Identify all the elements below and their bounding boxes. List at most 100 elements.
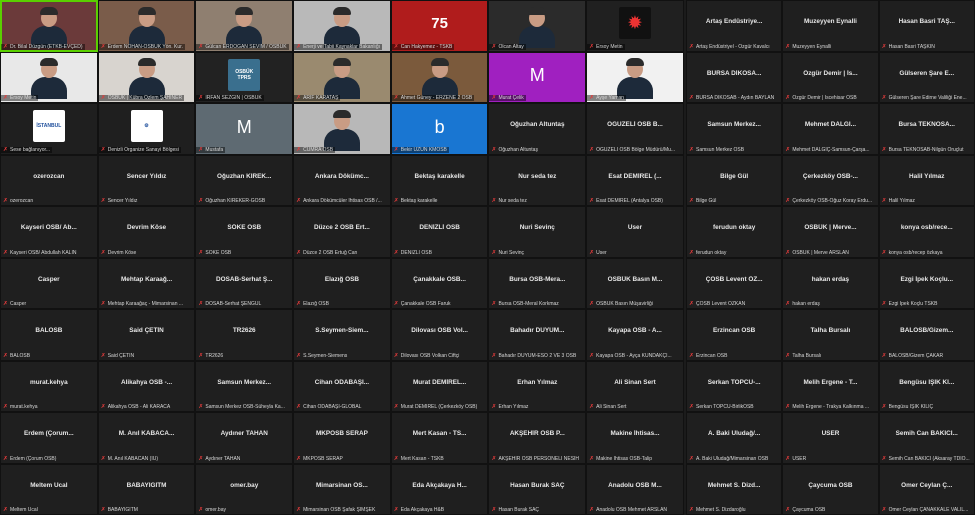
participant-tile[interactable]: Meltem Ucal ✗ Meltem Ucal (0, 463, 98, 515)
participant-tile[interactable]: Çaycuma OSB ✗ Çaycuma OSB (782, 463, 879, 515)
participant-tile[interactable]: Devrim Köse ✗ Devrim Köse (97, 206, 196, 258)
participant-tile[interactable]: konya osb/rece... ✗ konya osb/recep özkaya (878, 206, 975, 258)
participant-tile[interactable]: OSBÜK Basın M... ✗ OSBÜK Basın Müşavirliği (586, 257, 684, 309)
participant-tile[interactable]: Samsun Merkez... ✗ Samsun Merkez OSB (686, 103, 783, 155)
participant-tile[interactable]: Bursa TEKNOSA... ✗ Bursa TEKNOSAB-Nilgün O… (878, 103, 975, 155)
participant-tile[interactable]: TR2626 ✗ TR2626 (195, 309, 294, 361)
participant-tile[interactable]: ✗ Ayşe Yaman (586, 51, 684, 103)
participant-tile[interactable]: Hasan Burak SAÇ ✗ Hasan Burak SAÇ (488, 463, 587, 515)
participant-tile[interactable]: OĞUZELİ OSB B... ✗ OĞUZELİ OSB Bölge Müdür… (586, 103, 684, 155)
participant-tile[interactable]: Bahadır DUYUM... ✗ Bahadır DUYUM-ESO 2 VE … (488, 309, 587, 361)
participant-tile[interactable]: OSBÜK | Merve... ✗ OSBÜK | Merve ARSLAN (782, 206, 879, 258)
participant-tile[interactable]: Gülseren Şare E... ✗ Gülseren Şare Edirne … (878, 51, 975, 103)
participant-tile[interactable]: Esat DEMİREL (... ✗ Esat DEMİREL (Antalya … (586, 154, 684, 206)
participant-tile[interactable]: Muzeyyen Eynalli ✗ Muzeyyen Eynalli (782, 0, 879, 52)
participant-tile[interactable]: Düzce 2 OSB Ert... ✗ Düzce 2 OSB Ertuğ Can (293, 206, 391, 258)
participant-tile[interactable]: omer.bay ✗ omer.bay (195, 463, 294, 515)
participant-tile[interactable]: ✗ Ersoy Metin (0, 51, 98, 103)
participant-tile[interactable]: Mert Kasan - TS... ✗ Mert Kasan - TSKB (390, 412, 489, 464)
participant-tile[interactable]: Aydıner TAHAN ✗ Aydıner TAHAN (195, 412, 294, 464)
participant-tile[interactable]: Mehmet DALGI... ✗ Mehmet DALGIÇ-Samsun-Çar… (782, 103, 879, 155)
participant-tile[interactable]: ✗ OSBÜK | Kübra Özlem ŞAHİNER (97, 51, 196, 103)
participant-tile[interactable]: User ✗ User (586, 206, 684, 258)
participant-tile[interactable]: 75 ✗ Can Hakyemez - TSKB (390, 0, 489, 52)
participant-tile[interactable]: ✗ CUMRA OSB (293, 103, 391, 155)
participant-tile[interactable]: Oğuzhan KIREK... ✗ Oğuzhan KIREKER-GOSB (195, 154, 294, 206)
participant-tile[interactable]: İSTANBUL ✗ Sese bağlanıyor... (0, 103, 98, 155)
participant-tile[interactable]: Erzincan OSB ✗ Erzincan OSB (686, 309, 783, 361)
participant-tile[interactable]: Nur seda tez ✗ Nur seda tez (488, 154, 587, 206)
participant-tile[interactable]: Ankara Dökümc... ✗ Ankara Dökümcüler İhtis… (293, 154, 391, 206)
participant-tile[interactable]: M ✗ Mustafa (195, 103, 294, 155)
participant-tile[interactable]: Mimarsinan OS... ✗ Mimarsinan OSB Şafak Şİ… (293, 463, 391, 515)
participant-tile[interactable]: Kayseri OSB/ Ab... ✗ Kayseri OSB/ Abdullah… (0, 206, 98, 258)
participant-tile[interactable]: Elazığ OSB ✗ Elazığ OSB (293, 257, 391, 309)
participant-tile[interactable]: SÖKE OSB ✗ SÖKE OSB (195, 206, 294, 258)
participant-tile[interactable]: ÇOSB Levent ÖZ... ✗ ÇOSB Levent ÖZKAN (686, 257, 783, 309)
participant-tile[interactable]: Hasan Basri TAŞ... ✗ Hasan Basri TAŞKIN (878, 0, 975, 52)
participant-tile[interactable]: Ali Sinan Sert ✗ Ali Sinan Sert (586, 360, 684, 412)
participant-tile[interactable]: Mehtap Karaağ... ✗ Mehtap Karaağaç - Mimar… (97, 257, 196, 309)
participant-tile[interactable]: AKŞEHİR OSB P... ✗ AKŞEHİR OSB PERSONELİ N… (488, 412, 587, 464)
participant-tile[interactable]: Ömer Ceylan Ç... ✗ Ömer Ceylan ÇANAKKALE V… (878, 463, 975, 515)
participant-tile[interactable]: ✗ Ahmet Güney - ERZENE 2 OSB (390, 51, 489, 103)
participant-tile[interactable]: Erhan Yılmaz ✗ Erhan Yılmaz (488, 360, 587, 412)
participant-tile[interactable]: Oğuzhan Altuntaş ✗ Oğuzhan Altuntaş (488, 103, 587, 155)
participant-tile[interactable]: DENİZLİ OSB ✗ DENİZLİ OSB (390, 206, 489, 258)
participant-tile[interactable]: Said ÇETİN ✗ Said ÇETİN (97, 309, 196, 361)
participant-tile[interactable]: BALOSB/Gizem... ✗ BALOSB/Gizem ÇAKAR (878, 309, 975, 361)
participant-tile[interactable]: Halil Yılmaz ✗ Halil Yılmaz (878, 154, 975, 206)
participant-tile[interactable]: ✗ Erdem NOHAN-OSBÜK Yön. Kur. (97, 0, 196, 52)
participant-tile[interactable]: Erdem (Çorum... ✗ Erdem (Çorum OSB) (0, 412, 98, 464)
participant-tile[interactable]: Mehmet S. Dizd... ✗ Mehmet S. Dizdaroğlu (686, 463, 783, 515)
participant-tile[interactable]: Bengüsu IŞIK KI... ✗ Bengüsu IŞIK KILIÇ (878, 360, 975, 412)
participant-tile[interactable]: Çanakkale OSB... ✗ Çanakkale OSB Faruk (390, 257, 489, 309)
participant-tile[interactable]: M. Anıl KABACA... ✗ M. Anıl KABACAN (IU) (97, 412, 196, 464)
participant-tile[interactable]: M ✗ Murat Çelik (488, 51, 587, 103)
participant-tile[interactable]: S.Seymen-Siem... ✗ S.Seymen-Siemens (293, 309, 391, 361)
participant-tile[interactable]: Melih Ergene - T... ✗ Melih Ergene - Traky… (782, 360, 879, 412)
participant-tile[interactable]: Cihan ODABAŞI... ✗ Cihan ODABAŞI-GLOBAL (293, 360, 391, 412)
participant-tile[interactable]: Artaş Endüstriye... ✗ Artaş Endüstriyel - … (686, 0, 783, 52)
participant-tile[interactable]: Makine İhtisas... ✗ Makine İhtisas OSB-Tal… (586, 412, 684, 464)
participant-tile[interactable]: Talha Bursalı ✗ Talha Bursalı (782, 309, 879, 361)
participant-tile[interactable]: Casper ✗ Casper (0, 257, 98, 309)
participant-tile[interactable]: MKPOSB SERAP ✗ MKPOSB SERAP (293, 412, 391, 464)
participant-tile[interactable]: Semih Can BAKICI... ✗ Semih Can BAKICI (Ak… (878, 412, 975, 464)
participant-tile[interactable]: hakan erdaş ✗ hakan erdaş (782, 257, 879, 309)
participant-tile[interactable]: ferudun oktay ✗ ferudun oktay (686, 206, 783, 258)
participant-tile[interactable]: USER ✗ USER (782, 412, 879, 464)
participant-tile[interactable]: Anadolu OSB M... ✗ Anadolu OSB Mehmet ARSL… (586, 463, 684, 515)
participant-tile[interactable]: DOSAB-Serhat Ş... ✗ DOSAB-Serhat ŞENGÜL (195, 257, 294, 309)
participant-tile[interactable]: Samsun Merkez... ✗ Samsun Merkez OSB-Sühey… (195, 360, 294, 412)
participant-tile[interactable]: Alikahya OSB -... ✗ Alikahya OSB - Ali KAR… (97, 360, 196, 412)
participant-tile[interactable]: BABAYIGITM ✗ BABAYIGITM (97, 463, 196, 515)
participant-tile[interactable]: OSBÜK TPRS ✗ İRFAN SEZGİN | OSBÜK (195, 51, 294, 103)
participant-tile[interactable]: A. Baki Uludağ/... ✗ A. Baki Uludağ/Mimars… (686, 412, 783, 464)
participant-tile[interactable]: Sencer Yıldız ✗ Sencer Yıldız (97, 154, 196, 206)
participant-tile[interactable]: Özgür Demir | İs... ✗ Özgür Demir | İscehi… (782, 51, 879, 103)
participant-tile[interactable]: ✗ Olcan Altay (488, 0, 587, 52)
participant-tile[interactable]: ✗ Enerji ve Tabii Kaynaklar Bakanlığı (293, 0, 391, 52)
participant-tile[interactable]: Bilge Gül ✗ Bilge Gül (686, 154, 783, 206)
participant-tile[interactable]: Bursa OSB-Mera... ✗ Bursa OSB-Meral Korkma… (488, 257, 587, 309)
participant-tile[interactable]: Kayapa OSB - A... ✗ Kayapa OSB - Ayça KUND… (586, 309, 684, 361)
participant-tile[interactable]: Çerkezköy OSB-... ✗ Çerkezköy OSB-Oğuz Kor… (782, 154, 879, 206)
participant-tile[interactable]: ✗ Dr. Bilal Düzgün (ETKB-EVÇED) (0, 0, 98, 52)
participant-tile[interactable]: ozerozcan ✗ ozerozcan (0, 154, 98, 206)
participant-tile[interactable]: Bektaş karakelle ✗ Bektaş karakelle (390, 154, 489, 206)
participant-tile[interactable]: ✹ ✗ Ersoy Metin (586, 0, 684, 52)
participant-tile[interactable]: Murat DEMİREL... ✗ Murat DEMİREL (Çerkezkö… (390, 360, 489, 412)
participant-tile[interactable]: Serkan TOPCU-... ✗ Serkan TOPCU-BirlikOSB (686, 360, 783, 412)
participant-tile[interactable]: Ezgi İpek Koçlu... ✗ Ezgi İpek Koçlu TSKB (878, 257, 975, 309)
participant-tile[interactable]: Dilovası OSB Vol... ✗ Dilovası OSB Volkan … (390, 309, 489, 361)
participant-tile[interactable]: ⚙ ✗ Denizli Organize Sanayi Bölgesi (97, 103, 196, 155)
participant-tile[interactable]: BALOSB ✗ BALOSB (0, 309, 98, 361)
participant-tile[interactable]: ✗ ARİF KARATAŞ (293, 51, 391, 103)
participant-tile[interactable]: b ✗ Bekir UZUN KMOSB (390, 103, 489, 155)
participant-tile[interactable]: Nuri Sevinç ✗ Nuri Sevinç (488, 206, 587, 258)
participant-tile[interactable]: murat.kehya ✗ murat.kehya (0, 360, 98, 412)
participant-tile[interactable]: Eda Akçakaya H... ✗ Eda Akçakaya H&B (390, 463, 489, 515)
participant-tile[interactable]: ✗ Gülcan ERDOĞAN SEVİM / OSBÜK (195, 0, 294, 52)
participant-tile[interactable]: BURSA DİKOSA... ✗ BURSA DİKOSAB - Aydın BA… (686, 51, 783, 103)
